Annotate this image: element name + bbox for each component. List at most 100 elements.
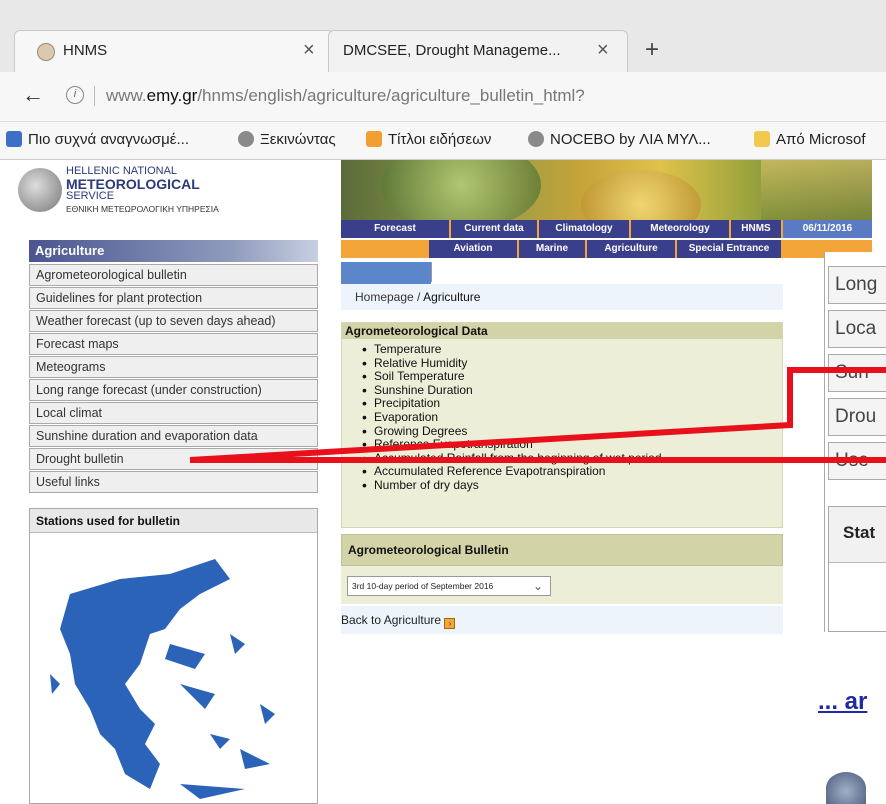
list-item[interactable]: Accumulated Rainfall from the beginning … — [342, 451, 782, 466]
divider — [94, 86, 95, 106]
close-tab-icon[interactable]: × — [303, 39, 315, 62]
nav-aviation[interactable]: Aviation — [427, 240, 517, 258]
bookmark-item[interactable]: Πιο συχνά αναγνωσμέ... — [6, 131, 189, 148]
banner-image — [341, 160, 872, 220]
nav-marine[interactable]: Marine — [517, 240, 585, 258]
logo-line-2: METEOROLOGICAL — [66, 176, 200, 192]
agro-data-panel: Agrometeorological Data Temperature Rela… — [341, 322, 783, 528]
new-tab-icon[interactable]: + — [645, 36, 659, 64]
greece-map — [50, 559, 275, 799]
bookmark-label: Τίτλοι ειδήσεων — [388, 131, 492, 148]
rss-icon — [366, 131, 382, 147]
list-item[interactable]: Evaporation — [342, 410, 782, 425]
bookmark-item[interactable]: Από Microsof — [754, 131, 866, 148]
chevron-down-icon: ⌄ — [526, 577, 550, 595]
bookmark-label: NOCEBO by ΛΙΑ ΜΥΛ... — [550, 131, 711, 148]
agro-data-title: Agrometeorological Data — [345, 324, 488, 338]
sidebar-item-drought-bulletin[interactable]: Drought bulletin — [29, 448, 318, 470]
nav-agriculture[interactable]: Agriculture — [585, 240, 675, 258]
bulletin-header: Agrometeorological Bulletin — [341, 534, 783, 566]
logo-line-3: SERVICE — [66, 190, 115, 202]
sidebar-item-agrometeorological-bulletin[interactable]: Agrometeorological bulletin — [29, 264, 318, 286]
arrow-right-icon: › — [444, 618, 456, 629]
bookmarks-bar: Πιο συχνά αναγνωσμέ... Ξεκινώντας Τίτλοι… — [0, 122, 886, 160]
bookmark-label: Πιο συχνά αναγνωσμέ... — [28, 131, 189, 148]
nav-date: 06/11/2016 — [781, 220, 872, 238]
list-item[interactable]: Reference Evapotranspiration — [342, 438, 782, 452]
right-stations-title: Stat — [843, 523, 876, 542]
back-link-label: Back to Agriculture — [341, 613, 442, 627]
period-select-value: 3rd 10-day period of September 2016 — [352, 581, 494, 591]
agro-data-list: Temperature Relative Humidity Soil Tempe… — [342, 342, 782, 493]
bookmark-item[interactable]: NOCEBO by ΛΙΑ ΜΥΛ... — [528, 131, 711, 148]
breadcrumb-current: Agriculture — [423, 290, 481, 304]
bookmark-item[interactable]: Ξεκινώντας — [238, 131, 336, 148]
period-select[interactable]: 3rd 10-day period of September 2016 ⌄ — [347, 576, 551, 596]
tab-favicon-icon — [37, 43, 55, 61]
right-item-local[interactable]: Loca — [828, 310, 886, 348]
globe-icon — [528, 131, 544, 147]
right-item-drought[interactable]: Drou — [828, 398, 886, 436]
nav-climatology[interactable]: Climatology — [537, 220, 629, 238]
nav-meteorology[interactable]: Meteorology — [629, 220, 729, 238]
sidebar-item-meteograms[interactable]: Meteograms — [29, 356, 318, 378]
back-to-agriculture-link[interactable]: Back to Agriculture › — [341, 613, 456, 629]
stations-panel: Stations used for bulletin — [29, 508, 318, 804]
sidebar-item-local-climat[interactable]: Local climat — [29, 402, 318, 424]
right-item-useful[interactable]: Use — [828, 442, 886, 480]
sidebar-item-weather-forecast[interactable]: Weather forecast (up to seven days ahead… — [29, 310, 318, 332]
bookmark-icon — [6, 131, 22, 147]
url-field[interactable]: www.emy.gr/hnms/english/agriculture/agri… — [106, 86, 585, 106]
bulletin-body: 3rd 10-day period of September 2016 ⌄ — [341, 566, 783, 604]
list-item[interactable]: Soil Temperature — [342, 370, 782, 384]
url-domain: emy.gr — [146, 86, 198, 105]
url-path: /hnms/english/agriculture/agriculture_bu… — [197, 86, 585, 105]
globe-icon — [238, 131, 254, 147]
tab-hnms[interactable]: HNMS × — [14, 30, 334, 72]
logo-line-4: ΕΘΝΙΚΗ ΜΕΤΕΩΡΟΛΟΓΙΚΗ ΥΠΗΡΕΣΙΑ — [66, 204, 219, 214]
nav-hnms[interactable]: HNMS — [729, 220, 781, 238]
nav-special-entrance[interactable]: Special Entrance — [675, 240, 781, 258]
list-item[interactable]: Sunshine Duration — [342, 383, 782, 398]
hnms-logo[interactable]: HELLENIC NATIONAL METEOROLOGICAL SERVICE… — [18, 166, 318, 222]
list-item[interactable]: Growing Degrees — [342, 424, 782, 439]
sidebar-header: Agriculture — [29, 240, 318, 262]
list-item[interactable]: Relative Humidity — [342, 356, 782, 371]
nav-forecast[interactable]: Forecast — [341, 220, 449, 238]
right-item-sunshine[interactable]: Sun — [828, 354, 886, 392]
stations-title: Stations used for bulletin — [36, 514, 181, 528]
bulletin-title: Agrometeorological Bulletin — [348, 543, 509, 557]
sidebar-item-forecast-maps[interactable]: Forecast maps — [29, 333, 318, 355]
close-tab-icon[interactable]: × — [597, 39, 609, 62]
right-item-long[interactable]: Long — [828, 266, 886, 304]
sidebar-item-long-range[interactable]: Long range forecast (under construction) — [29, 379, 318, 401]
browser-tab-strip: HNMS × DMCSEE, Drought Manageme... × + — [0, 0, 886, 76]
back-row: Back to Agriculture › — [341, 606, 783, 634]
organization-logo-icon — [826, 772, 866, 804]
tab-dmcsee[interactable]: DMCSEE, Drought Manageme... × — [328, 30, 628, 72]
list-item[interactable]: Precipitation — [342, 397, 782, 411]
right-stations-box: Stat — [828, 506, 886, 632]
presentation-link[interactable]: ... ar — [818, 688, 867, 716]
bookmark-label: Από Microsof — [776, 131, 866, 148]
nav-current-data[interactable]: Current data — [449, 220, 537, 238]
sub-nav: Aviation Marine Agriculture Special Entr… — [341, 240, 872, 258]
bookmark-label: Ξεκινώντας — [260, 131, 336, 148]
tab-title: HNMS — [63, 42, 108, 59]
divider — [431, 262, 432, 282]
breadcrumb-separator: / — [413, 290, 424, 304]
tab-title: DMCSEE, Drought Manageme... — [343, 42, 561, 59]
breadcrumb: Homepage / Agriculture — [341, 284, 783, 310]
sidebar-item-sunshine[interactable]: Sunshine duration and evaporation data — [29, 425, 318, 447]
sidebar-item-useful-links[interactable]: Useful links — [29, 471, 318, 493]
list-item[interactable]: Number of dry days — [342, 478, 782, 493]
tab-block — [341, 262, 431, 284]
info-icon[interactable]: i — [66, 86, 84, 104]
folder-icon — [754, 131, 770, 147]
list-item[interactable]: Temperature — [342, 342, 782, 357]
bookmark-item[interactable]: Τίτλοι ειδήσεων — [366, 131, 491, 148]
list-item[interactable]: Accumulated Reference Evapotranspiration — [342, 465, 782, 479]
back-arrow-icon[interactable]: ← — [22, 82, 44, 108]
breadcrumb-home[interactable]: Homepage — [355, 290, 414, 304]
sidebar-item-guidelines[interactable]: Guidelines for plant protection — [29, 287, 318, 309]
